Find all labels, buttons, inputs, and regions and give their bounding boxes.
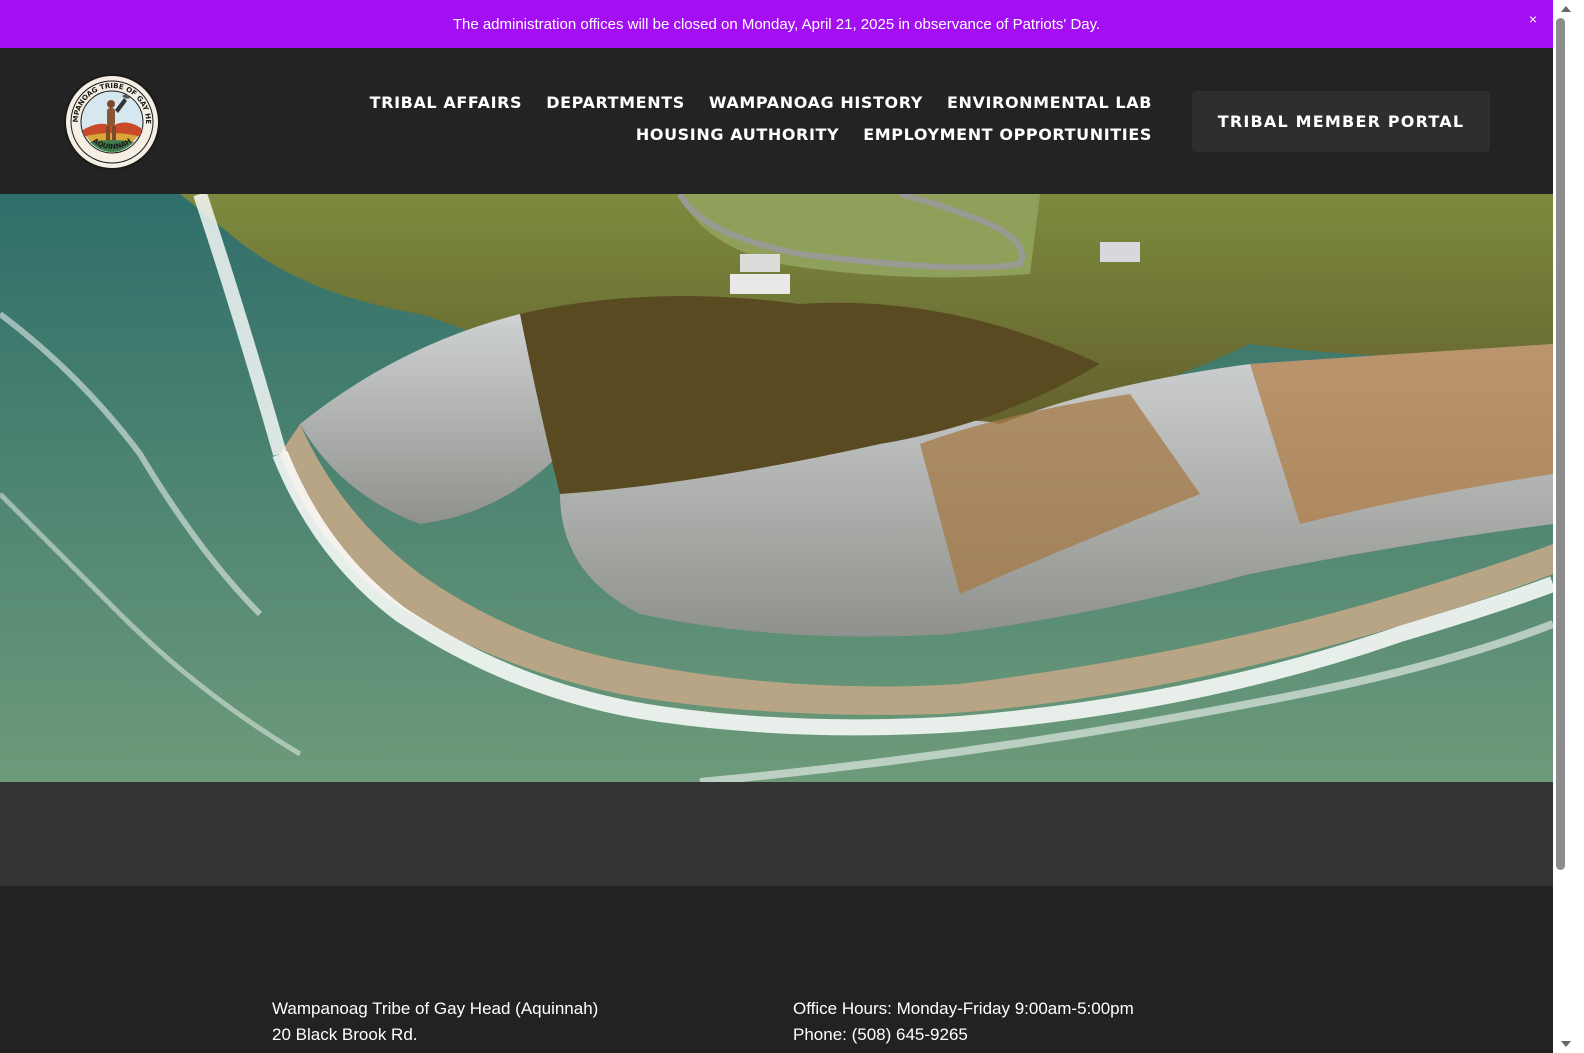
footer-contact: Office Hours: Monday-Friday 9:00am-5:00p… (793, 996, 1134, 1048)
tribal-member-portal-button[interactable]: TRIBAL MEMBER PORTAL (1192, 91, 1490, 152)
scroll-up-arrow-icon[interactable] (1561, 6, 1571, 12)
footer-phone[interactable]: Phone: (508) 645-9265 (793, 1022, 1134, 1048)
announcement-bar: The administration offices will be close… (0, 0, 1553, 48)
site-footer: Wampanoag Tribe of Gay Head (Aquinnah) 2… (0, 886, 1553, 1053)
hero-image (0, 194, 1553, 782)
footer-street: 20 Black Brook Rd. (272, 1025, 418, 1044)
nav-tribal-affairs[interactable]: TRIBAL AFFAIRS (370, 92, 523, 114)
scrollbar-thumb[interactable] (1556, 18, 1565, 870)
footer-office-hours: Office Hours: Monday-Friday 9:00am-5:00p… (793, 999, 1134, 1018)
site-header: WAMPANOAG TRIBE OF GAY HEAD AQUINNAH TRI… (0, 48, 1553, 194)
aerial-cliffs-image (0, 194, 1553, 782)
footer-org-name: Wampanoag Tribe of Gay Head (Aquinnah) (272, 999, 599, 1018)
footer-address: Wampanoag Tribe of Gay Head (Aquinnah) 2… (272, 996, 598, 1048)
scroll-down-arrow-icon[interactable] (1561, 1041, 1571, 1047)
nav-wampanoag-history[interactable]: WAMPANOAG HISTORY (709, 92, 923, 114)
announcement-text: The administration offices will be close… (452, 15, 1101, 33)
main-navigation: TRIBAL AFFAIRS DEPARTMENTS WAMPANOAG HIS… (200, 92, 1152, 146)
page-scrollbar[interactable] (1553, 0, 1584, 1053)
nav-environmental-lab[interactable]: ENVIRONMENTAL LAB (947, 92, 1152, 114)
tribe-seal-logo[interactable]: WAMPANOAG TRIBE OF GAY HEAD AQUINNAH (60, 68, 160, 170)
nav-employment-opportunities[interactable]: EMPLOYMENT OPPORTUNITIES (863, 124, 1152, 146)
close-icon[interactable]: × (1529, 12, 1537, 26)
content-band (0, 782, 1553, 886)
nav-departments[interactable]: DEPARTMENTS (546, 92, 685, 114)
nav-housing-authority[interactable]: HOUSING AUTHORITY (636, 124, 839, 146)
